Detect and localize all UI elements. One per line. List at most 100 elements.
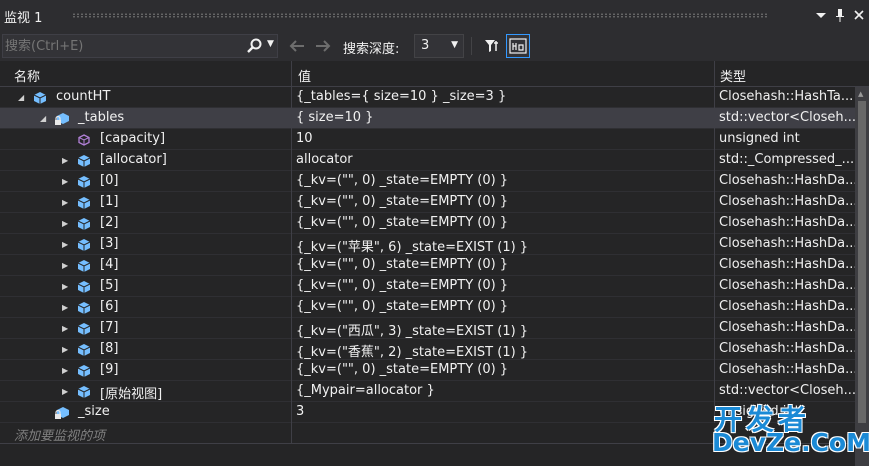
value-cell[interactable]: 3: [296, 404, 714, 419]
watch-row[interactable]: ▶ [2] {_kv=("", 0) _state=EMPTY (0) } Close…: [0, 213, 869, 234]
expand-arrow-icon[interactable]: ▶: [62, 323, 72, 335]
column-divider[interactable]: [291, 61, 292, 87]
column-divider: [291, 213, 292, 234]
name-cell[interactable]: ▶ [4]: [0, 257, 291, 276]
name-cell[interactable]: ◢ countHT: [0, 89, 291, 108]
column-header-type[interactable]: 类型: [720, 66, 746, 85]
type-cell: std::_Compressed_...: [719, 152, 855, 167]
object-icon: [76, 258, 92, 274]
watch-row[interactable]: ▶ [1] {_kv=("", 0) _state=EMPTY (0) } Close…: [0, 192, 869, 213]
watch-row[interactable]: ▶ [5] {_kv=("", 0) _state=EMPTY (0) } Close…: [0, 276, 869, 297]
name-cell[interactable]: _size: [0, 404, 291, 423]
expand-arrow-icon[interactable]: ▶: [62, 365, 72, 377]
watch-row[interactable]: ◢ countHT {_tables={ size=10 } _size=3 } Cl…: [0, 87, 869, 108]
type-cell: Closehash::HashDa...: [719, 320, 855, 335]
expand-arrow-icon[interactable]: ▶: [62, 176, 72, 188]
title-drag-grip[interactable]: [72, 13, 769, 18]
close-icon[interactable]: [851, 6, 867, 24]
column-divider: [291, 150, 292, 171]
search-options-dropdown-icon[interactable]: ▼: [267, 39, 274, 49]
expand-arrow-icon[interactable]: ▶: [62, 239, 72, 251]
name-cell[interactable]: ▶ [2]: [0, 215, 291, 234]
row-name-text: [原始视图]: [100, 387, 163, 402]
search-previous-arrow-icon[interactable]: [287, 36, 307, 56]
add-watch-placeholder[interactable]: 添加要监视的项: [14, 425, 105, 444]
name-cell[interactable]: ▶ [9]: [0, 362, 291, 381]
type-cell: Closehash::HashDa...: [719, 173, 855, 188]
value-cell[interactable]: {_kv=("苹果", 6) _state=EXIST (1) }: [296, 236, 714, 255]
search-input[interactable]: [5, 36, 235, 56]
name-cell[interactable]: ▶ [7]: [0, 320, 291, 339]
search-next-arrow-icon[interactable]: [313, 36, 333, 56]
value-cell[interactable]: {_tables={ size=10 } _size=3 }: [296, 89, 714, 104]
value-cell[interactable]: {_kv=("", 0) _state=EMPTY (0) }: [296, 173, 714, 188]
collapse-arrow-icon[interactable]: ◢: [40, 113, 50, 125]
value-cell[interactable]: {_Mypair=allocator }: [296, 383, 714, 398]
property-icon: [76, 132, 92, 148]
type-cell: Closehash::HashDa...: [719, 362, 855, 377]
expand-arrow-icon[interactable]: ▶: [62, 386, 72, 398]
value-cell[interactable]: {_kv=("", 0) _state=EMPTY (0) }: [296, 257, 714, 272]
value-cell[interactable]: {_kv=("", 0) _state=EMPTY (0) }: [296, 215, 714, 230]
search-depth-value: 3: [421, 38, 430, 53]
column-divider: [714, 87, 715, 108]
value-cell[interactable]: {_kv=("", 0) _state=EMPTY (0) }: [296, 362, 714, 377]
expand-arrow-icon[interactable]: ▶: [62, 344, 72, 356]
value-cell[interactable]: { size=10 }: [296, 110, 714, 125]
column-header-value[interactable]: 值: [298, 66, 311, 85]
row-name-text: [5]: [100, 278, 119, 293]
watch-row[interactable]: ▶ [3] {_kv=("苹果", 6) _state=EXIST (1) } Clo…: [0, 234, 869, 255]
expand-arrow-icon[interactable]: ▶: [62, 218, 72, 230]
expand-arrow-icon[interactable]: ▶: [62, 197, 72, 209]
name-cell[interactable]: ▶ [6]: [0, 299, 291, 318]
expand-arrow-icon[interactable]: ▶: [62, 302, 72, 314]
search-depth-select[interactable]: 3 ▼: [414, 34, 464, 58]
expand-arrow-icon[interactable]: ▶: [62, 260, 72, 272]
column-divider[interactable]: [714, 61, 715, 87]
value-cell[interactable]: {_kv=("", 0) _state=EMPTY (0) }: [296, 278, 714, 293]
name-cell[interactable]: ▶ [8]: [0, 341, 291, 360]
value-cell[interactable]: 10: [296, 131, 714, 146]
name-cell[interactable]: ▶ [0]: [0, 173, 291, 192]
column-header-row: 名称 值 类型: [0, 61, 869, 87]
search-icon[interactable]: [245, 37, 263, 55]
name-cell[interactable]: ▶ [1]: [0, 194, 291, 213]
value-cell[interactable]: allocator: [296, 152, 714, 167]
column-divider: [291, 192, 292, 213]
name-cell[interactable]: ◢ _tables: [0, 110, 291, 129]
watch-row[interactable]: ▶ [7] {_kv=("西瓜", 3) _state=EXIST (1) } Clo…: [0, 318, 869, 339]
name-cell[interactable]: [capacity]: [0, 131, 291, 150]
name-cell[interactable]: ▶ [5]: [0, 278, 291, 297]
value-cell[interactable]: {_kv=("", 0) _state=EMPTY (0) }: [296, 299, 714, 314]
watermark-line2: DevZe.CoM: [712, 428, 869, 457]
column-divider: [714, 213, 715, 234]
name-cell[interactable]: ▶ [原始视图]: [0, 383, 291, 402]
watch-row[interactable]: ▶ [9] {_kv=("", 0) _state=EMPTY (0) } Close…: [0, 360, 869, 381]
row-name-text: [7]: [100, 320, 119, 335]
pin-icon[interactable]: [832, 6, 848, 24]
column-header-name[interactable]: 名称: [14, 66, 40, 85]
watch-row[interactable]: [capacity] 10 unsigned int: [0, 129, 869, 150]
value-cell[interactable]: {_kv=("", 0) _state=EMPTY (0) }: [296, 194, 714, 209]
value-cell[interactable]: {_kv=("西瓜", 3) _state=EXIST (1) }: [296, 320, 714, 339]
value-cell[interactable]: {_kv=("香蕉", 2) _state=EXIST (1) }: [296, 341, 714, 360]
watch-row[interactable]: ▶ [8] {_kv=("香蕉", 2) _state=EXIST (1) } Clo…: [0, 339, 869, 360]
watch-row[interactable]: ◢ _tables { size=10 } std::vector<Closeh...: [0, 108, 869, 129]
name-cell[interactable]: ▶ [allocator]: [0, 152, 291, 171]
expand-arrow-icon[interactable]: ▶: [62, 281, 72, 293]
window-title: 监视 1: [4, 11, 43, 26]
expand-arrow-icon[interactable]: ▶: [62, 155, 72, 167]
search-depth-label: 搜索深度:: [343, 42, 400, 57]
scrollbar-thumb[interactable]: [858, 101, 866, 423]
search-box[interactable]: ▼: [2, 34, 278, 58]
watch-row[interactable]: ▶ [allocator] allocator std::_Compressed_..…: [0, 150, 869, 171]
watch-row[interactable]: ▶ [4] {_kv=("", 0) _state=EMPTY (0) } Close…: [0, 255, 869, 276]
filter-pin-icon[interactable]: [480, 34, 504, 58]
watch-row[interactable]: ▶ [6] {_kv=("", 0) _state=EMPTY (0) } Close…: [0, 297, 869, 318]
scroll-up-icon[interactable]: ▲: [858, 90, 863, 98]
hex-display-icon[interactable]: [506, 34, 530, 58]
chevron-down-icon[interactable]: [813, 6, 829, 24]
watch-row[interactable]: ▶ [0] {_kv=("", 0) _state=EMPTY (0) } Close…: [0, 171, 869, 192]
collapse-arrow-icon[interactable]: ◢: [18, 92, 28, 104]
name-cell[interactable]: ▶ [3]: [0, 236, 291, 255]
